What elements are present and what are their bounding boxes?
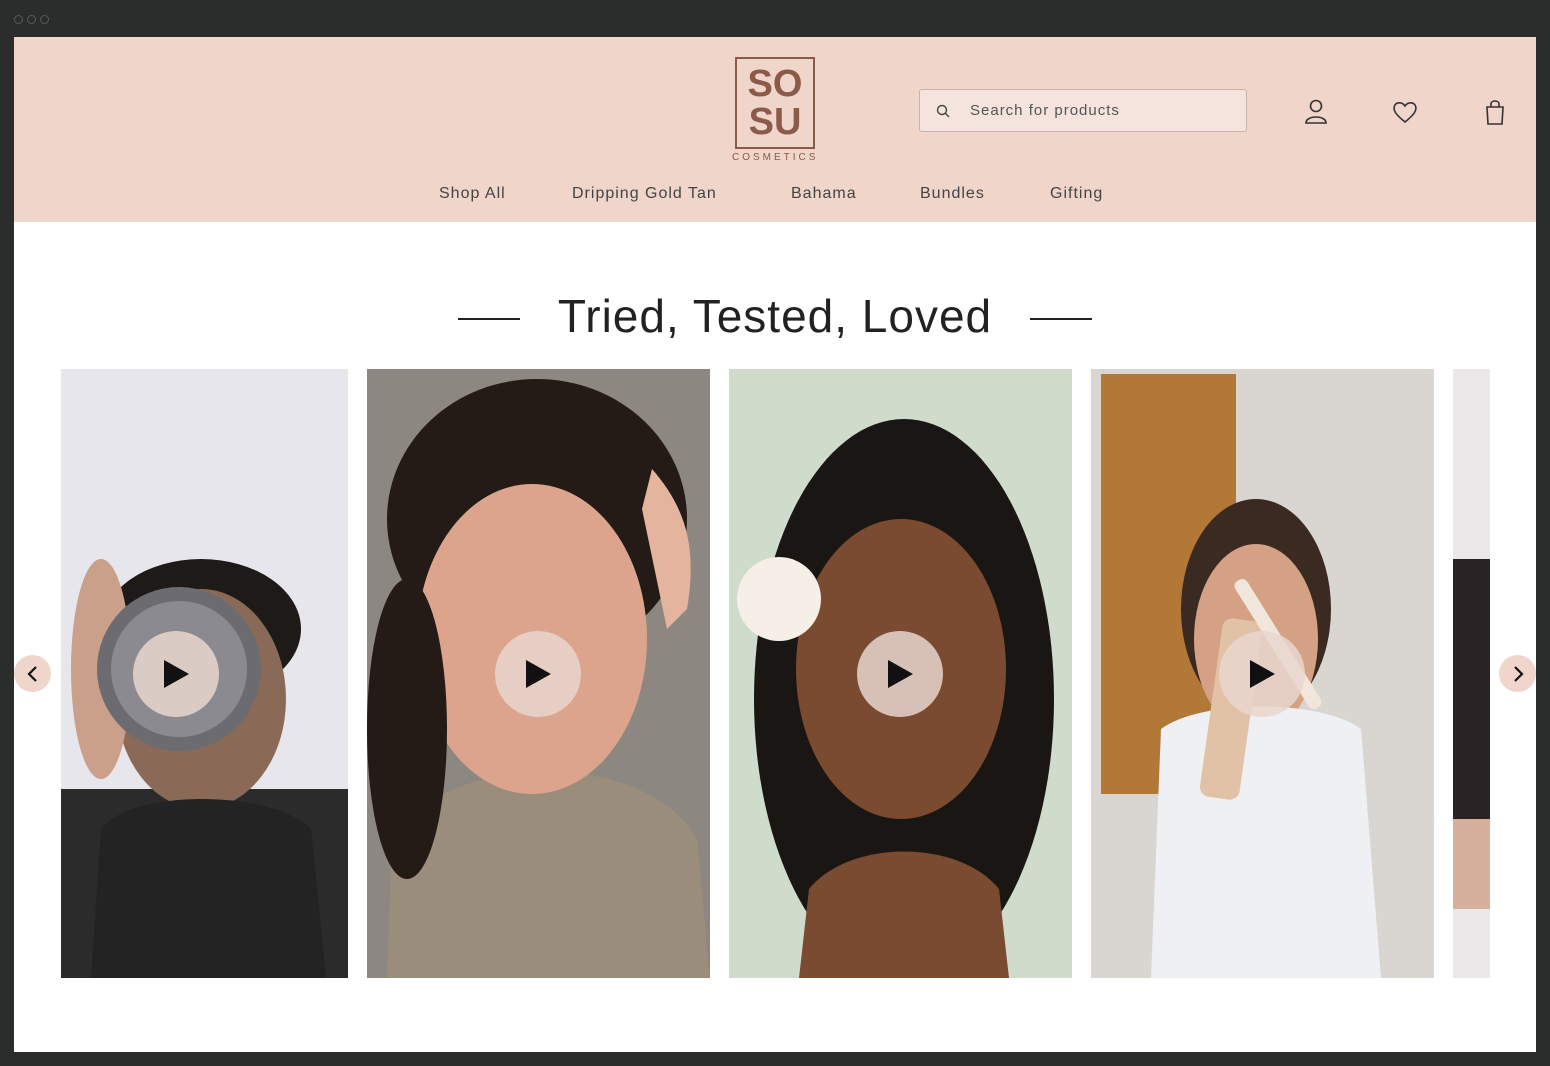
user-icon <box>1305 99 1327 124</box>
logo-subtitle: COSMETICS <box>732 152 819 163</box>
play-button[interactable] <box>1219 631 1305 717</box>
main-nav: Shop All Dripping Gold Tan Bahama Bundle… <box>14 185 1536 209</box>
nav-shop-all[interactable]: Shop All <box>439 185 506 203</box>
nav-dripping-gold-tan[interactable]: Dripping Gold Tan <box>572 185 717 203</box>
search-input[interactable] <box>968 101 1212 120</box>
play-icon <box>1250 660 1275 688</box>
carousel-prev-button[interactable] <box>14 655 51 692</box>
play-button[interactable] <box>495 631 581 717</box>
nav-bahama[interactable]: Bahama <box>791 185 857 203</box>
play-icon <box>164 660 189 688</box>
play-icon <box>888 660 913 688</box>
play-button[interactable] <box>133 631 219 717</box>
video-card[interactable] <box>61 369 348 978</box>
search-box[interactable] <box>919 89 1247 132</box>
wishlist-button[interactable] <box>1391 97 1419 127</box>
search-icon <box>936 104 950 117</box>
window-dot[interactable] <box>40 15 49 24</box>
window-dot[interactable] <box>27 15 36 24</box>
window-controls <box>14 15 49 24</box>
play-icon <box>526 660 551 688</box>
video-card[interactable] <box>1091 369 1434 978</box>
chevron-left-icon <box>26 665 37 682</box>
section-title: Tried, Tested, Loved <box>557 290 993 342</box>
chevron-right-icon <box>1513 665 1524 682</box>
carousel-next-button[interactable] <box>1499 655 1536 692</box>
logo-bottom-text: SU <box>748 101 802 143</box>
logo[interactable]: SO SU COSMETICS <box>732 57 818 169</box>
video-thumbnail <box>1453 369 1490 978</box>
site-header: SO SU COSMETICS Search for products Shop… <box>14 37 1536 222</box>
account-button[interactable] <box>1302 97 1330 127</box>
nav-bundles[interactable]: Bundles <box>920 185 985 203</box>
heart-icon <box>1393 102 1417 124</box>
title-rule-right <box>1030 318 1092 320</box>
window-dot[interactable] <box>14 15 23 24</box>
video-card[interactable] <box>1453 369 1490 978</box>
play-button[interactable] <box>857 631 943 717</box>
page: SO SU COSMETICS Search for products Shop… <box>14 37 1536 1052</box>
cart-button[interactable] <box>1481 97 1509 127</box>
video-card[interactable] <box>367 369 710 978</box>
logo-mark: SO SU <box>735 57 815 149</box>
logo-top-text: SO <box>747 63 803 105</box>
nav-gifting[interactable]: Gifting <box>1050 185 1103 203</box>
video-card[interactable] <box>729 369 1072 978</box>
shopping-bag-icon <box>1486 100 1504 125</box>
